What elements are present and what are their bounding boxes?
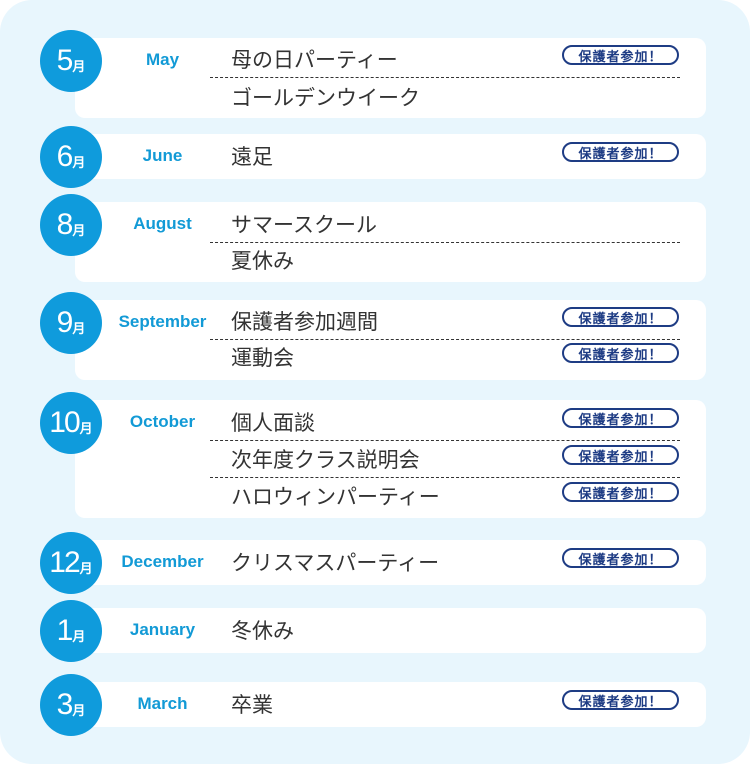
event-name: ゴールデンウイーク — [231, 86, 420, 110]
parent-participation-badge: 保護者参加！ — [562, 482, 679, 502]
month-suffix: 月 — [72, 154, 86, 170]
event-name: 次年度クラス説明会 — [231, 448, 420, 472]
parent-participation-badge: 保護者参加！ — [562, 142, 679, 162]
event-name: 夏休み — [231, 249, 294, 273]
month-number-badge: 3月 — [40, 674, 102, 736]
month-number: 5 — [56, 44, 74, 77]
month-number: 10 — [49, 406, 80, 439]
parent-participation-badge: 保護者参加！ — [562, 548, 679, 568]
event-item: クリスマスパーティー 保護者参加！ — [210, 543, 680, 580]
month-number-badge: 8月 — [40, 194, 102, 256]
parent-participation-badge: 保護者参加！ — [562, 45, 679, 65]
event-item: 保護者参加週間 保護者参加！ — [210, 302, 680, 340]
month-suffix: 月 — [72, 702, 86, 718]
event-item: 運動会 保護者参加！ — [210, 338, 680, 375]
event-name: 母の日パーティー — [231, 48, 398, 72]
event-name: 個人面談 — [231, 411, 315, 435]
month-english-label: March — [137, 694, 188, 713]
month-number: 6 — [56, 140, 74, 173]
event-name: ハロウィンパーティー — [231, 485, 440, 509]
parent-participation-badge: 保護者参加！ — [562, 408, 679, 428]
month-english-label: June — [142, 146, 183, 165]
month-english-label: May — [145, 50, 180, 69]
month-english-label: January — [129, 620, 196, 639]
event-name: 保護者参加週間 — [231, 310, 378, 334]
event-item: ハロウィンパーティー 保護者参加！ — [210, 477, 680, 514]
month-number: 9 — [56, 306, 74, 339]
schedule-panel: 5 月 May 母の日パーティー 保護者参加！ ゴールデンウイーク 6 月 June 遠足 保護者参… — [0, 0, 750, 764]
month-suffix: 月 — [72, 58, 86, 74]
event-name: 冬休み — [231, 619, 294, 643]
month-number: 8 — [56, 208, 74, 241]
month-number: 1 — [56, 614, 74, 647]
month-number: 3 — [56, 688, 74, 721]
month-suffix: 月 — [72, 320, 86, 336]
month-suffix: 月 — [72, 222, 86, 238]
month-english-label: August — [133, 214, 192, 233]
parent-participation-badge: 保護者参加！ — [562, 343, 679, 363]
event-item: 遠足 保護者参加！ — [210, 137, 680, 174]
event-item: 個人面談 保護者参加！ — [210, 403, 680, 441]
event-item: ゴールデンウイーク — [210, 78, 680, 115]
month-suffix: 月 — [72, 628, 86, 644]
event-name: クリスマスパーティー — [231, 551, 440, 575]
month-number-badge: 9月 — [40, 292, 102, 354]
month-suffix: 月 — [79, 560, 93, 576]
month-english-label: October — [129, 412, 196, 431]
parent-participation-badge: 保護者参加！ — [562, 445, 679, 465]
month-english-label: September — [118, 312, 207, 331]
event-item: 次年度クラス説明会 保護者参加！ — [210, 440, 680, 478]
event-item: サマースクール — [210, 205, 680, 243]
month-number: 12 — [49, 546, 80, 579]
event-item: 母の日パーティー 保護者参加！ — [210, 40, 680, 78]
event-name: 運動会 — [231, 346, 294, 370]
event-item: 卒業 保護者参加！ — [210, 685, 680, 722]
event-name: 遠足 — [231, 145, 273, 169]
event-name: サマースクール — [231, 213, 377, 237]
parent-participation-badge: 保護者参加！ — [562, 307, 679, 327]
parent-participation-badge: 保護者参加！ — [562, 690, 679, 710]
month-number-badge: 6月 — [40, 126, 102, 188]
event-name: 卒業 — [231, 693, 273, 717]
month-number-badge: 1月 — [40, 600, 102, 662]
month-number-badge: 12 月 — [40, 532, 102, 594]
month-suffix: 月 — [79, 420, 93, 436]
month-number-badge: 5月 — [40, 30, 102, 92]
month-number-badge: 10 月 — [40, 392, 102, 454]
month-english-label: December — [121, 552, 204, 571]
event-item: 夏休み — [210, 241, 680, 278]
event-item: 冬休み — [210, 611, 680, 648]
